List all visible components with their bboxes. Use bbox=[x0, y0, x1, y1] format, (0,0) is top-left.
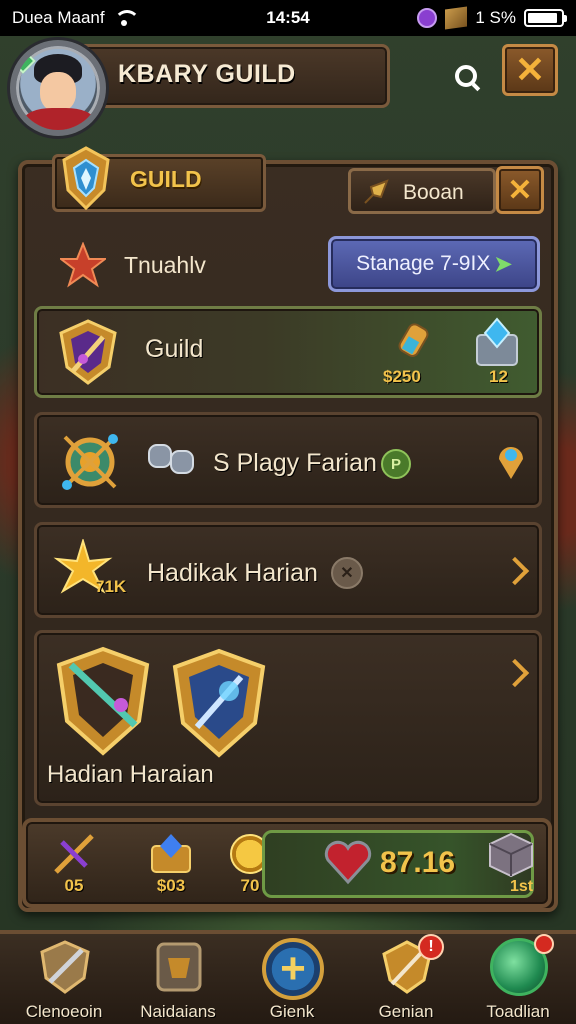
resource-arrow[interactable]: 05 bbox=[44, 828, 104, 904]
gear-compass-icon bbox=[62, 434, 118, 490]
row-guild-label: Guild bbox=[145, 335, 204, 363]
list-item-play-farian[interactable]: S Plagy Farian P bbox=[34, 412, 542, 508]
heart-icon bbox=[324, 840, 372, 885]
chevron-right-icon bbox=[500, 658, 530, 688]
nav-label: Toadlian bbox=[486, 1002, 550, 1021]
battery-label: 1 S% bbox=[475, 8, 516, 27]
row-guild-value-a: $250 bbox=[383, 367, 421, 386]
list-item-hadikak-harian[interactable]: 71K Hadikak Harian ✕ bbox=[34, 522, 542, 618]
resource-bar: 05 $03 70 87.16 1st bbox=[22, 818, 552, 908]
crystal-chest-icon bbox=[476, 317, 518, 366]
blue-shield-icon bbox=[172, 648, 266, 758]
cube-icon bbox=[489, 832, 533, 878]
alert-dot-icon bbox=[534, 934, 554, 954]
stage-button-label: Stanage 7-9IX bbox=[356, 252, 491, 275]
nav-label: Clenoeoin bbox=[25, 1002, 103, 1021]
wifi-icon bbox=[113, 10, 140, 26]
rank-row: Tnuahlv Stanage 7-9IX ➤ bbox=[40, 232, 544, 298]
nav-label: Gienk bbox=[269, 1002, 315, 1021]
gem-icon bbox=[16, 48, 36, 74]
tab-guild-label: GUILD bbox=[130, 166, 202, 192]
boost-label: Booan bbox=[403, 181, 464, 204]
row-play-farian-label: S Plagy Farian bbox=[213, 449, 377, 477]
resource-value: 05 bbox=[64, 876, 84, 895]
panel-header: GUILD Booan ✕ bbox=[18, 146, 558, 224]
chevron-right-icon bbox=[500, 556, 530, 586]
nav-item-naidaians[interactable]: Naidaians bbox=[122, 934, 234, 1024]
resource-gem-chest[interactable]: $03 bbox=[136, 828, 206, 904]
list-item-hadian-haraian[interactable]: Hadian Haraian bbox=[34, 630, 542, 806]
notification-badge: ! bbox=[418, 934, 444, 960]
rank-label: Tnuahlv bbox=[124, 252, 206, 278]
shield-sword-icon bbox=[56, 646, 150, 756]
power-value: 87.16 bbox=[380, 846, 456, 879]
page-title: KBARY GUILD bbox=[118, 60, 296, 88]
stage-button[interactable]: Stanage 7-9IX ➤ bbox=[328, 236, 540, 292]
guild-emblem-icon bbox=[62, 146, 110, 211]
package-icon bbox=[445, 6, 468, 30]
row-hadian-label: Hadian Haraian bbox=[47, 761, 214, 788]
list-item-guild[interactable]: Guild $250 12 bbox=[34, 306, 542, 398]
row-hadikak-icon-value: 71K bbox=[95, 577, 127, 596]
nav-item-gienk[interactable]: + Gienk bbox=[236, 934, 348, 1024]
close-circle-icon: ✕ bbox=[331, 557, 363, 589]
player-avatar[interactable] bbox=[10, 40, 106, 136]
rank-badge: 1st bbox=[510, 878, 534, 895]
map-pin-icon bbox=[499, 447, 523, 479]
nav-item-toadlian[interactable]: Toadlian bbox=[462, 934, 574, 1024]
row-guild-value-b: 12 bbox=[489, 367, 508, 386]
horn-icon bbox=[364, 179, 389, 204]
panel-close-button[interactable]: ✕ bbox=[496, 166, 544, 214]
header: KBARY GUILD ✕ bbox=[0, 40, 576, 136]
nav-item-clenoeoin[interactable]: Clenoeoin bbox=[8, 934, 120, 1024]
battery-icon bbox=[524, 9, 567, 27]
search-icon bbox=[455, 65, 477, 87]
status-bar: Duea Maanf 14:54 1 S% bbox=[0, 0, 576, 36]
nav-label: Genian bbox=[378, 1002, 434, 1021]
nav-label: Naidaians bbox=[140, 1002, 216, 1021]
nav-item-genian[interactable]: ! Genian bbox=[350, 934, 462, 1024]
header-close-button[interactable]: ✕ bbox=[502, 44, 558, 96]
resource-value: $03 bbox=[156, 876, 186, 895]
bottom-nav: Clenoeoin Naidaians + Gienk ! Genian Toa… bbox=[0, 930, 576, 1024]
gem-chest-icon bbox=[151, 834, 191, 873]
star-icon bbox=[60, 242, 106, 288]
arrow-right-icon: ➤ bbox=[494, 252, 512, 276]
search-button[interactable] bbox=[446, 56, 486, 96]
axe-shield-icon bbox=[40, 940, 90, 994]
scroll-shield-icon bbox=[156, 942, 202, 992]
row-hadikak-label: Hadikak Harian bbox=[147, 559, 318, 587]
plus-icon: + bbox=[262, 938, 324, 1000]
purple-shield-icon bbox=[59, 319, 117, 385]
crossbow-icon bbox=[54, 834, 94, 874]
boost-button[interactable]: Booan bbox=[348, 168, 496, 214]
carrier-label: Duea Maanf bbox=[12, 8, 105, 27]
notification-icon bbox=[417, 8, 438, 28]
potion-icon bbox=[398, 323, 429, 357]
play-badge: P bbox=[381, 449, 411, 479]
link-chain-icon bbox=[148, 444, 194, 474]
